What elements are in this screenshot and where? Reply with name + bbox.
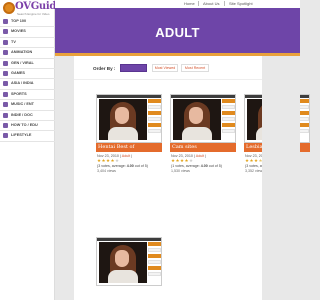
- nav-link-site-spotlight[interactable]: Site Spotlight: [229, 1, 253, 6]
- thumbnail-photo: [99, 99, 147, 140]
- video-thumbnail[interactable]: [96, 94, 162, 143]
- thumbnail-sidebar: [148, 242, 161, 283]
- sidebar-item-games[interactable]: GAMES: [0, 69, 55, 80]
- sidebar: OVGuide Search Engine for Video TOP 100 …: [0, 0, 62, 300]
- sidebar-item-label: MUSIC / ENT: [11, 102, 34, 107]
- card-category-link[interactable]: Adult: [122, 154, 130, 158]
- nav-divider: [224, 1, 225, 6]
- sort-most-recent-button[interactable]: Most Recent: [181, 64, 209, 72]
- video-thumbnail[interactable]: [170, 94, 236, 143]
- card-title[interactable]: Cam sites: [172, 144, 197, 150]
- star-icon[interactable]: ★: [171, 158, 175, 163]
- sidebar-item-how-to-edu[interactable]: HOW TO / EDU: [0, 121, 55, 132]
- star-icon[interactable]: ★: [106, 158, 110, 163]
- trophy-icon: [3, 19, 8, 24]
- ball-icon: [3, 91, 8, 97]
- nav-link-about-us[interactable]: About Us: [203, 1, 219, 6]
- star-icon[interactable]: ★: [189, 158, 193, 163]
- logo[interactable]: OVGuide Search Engine for Video: [2, 1, 62, 17]
- sidebar-item-top100[interactable]: TOP 100: [0, 17, 55, 28]
- sidebar-item-tv[interactable]: TV: [0, 38, 55, 49]
- card-title-bar[interactable]: Cam sites: [170, 143, 236, 152]
- sidebar-item-label: TOP 100: [11, 19, 27, 23]
- logo-icon: [3, 2, 15, 14]
- rating-summary: (3 votes, average: 4.00 out of 5): [97, 164, 148, 168]
- rating-value: 4.00: [200, 164, 208, 168]
- globe-icon: [3, 81, 8, 87]
- sidebar-item-label: ANIMATION: [11, 50, 33, 55]
- view-count: 3,404 views: [97, 169, 116, 173]
- sidebar-item-asia-india[interactable]: ASIA / INDIA: [0, 79, 55, 90]
- star-icon[interactable]: ★: [180, 158, 184, 163]
- sort-label: Order By :: [93, 66, 116, 71]
- top-bar: Home About Us Site Spotlight: [55, 0, 300, 8]
- page-gutter: [262, 56, 300, 300]
- divider: [74, 79, 262, 80]
- star-icon[interactable]: ★: [97, 158, 101, 163]
- heart-icon: [3, 133, 8, 139]
- sidebar-item-label: HOW TO / EDU: [11, 122, 38, 127]
- star-icon[interactable]: ★: [250, 158, 254, 163]
- star-icon[interactable]: ★: [115, 158, 119, 163]
- nav-divider: [198, 1, 199, 6]
- star-icon[interactable]: ★: [254, 158, 258, 163]
- sort-option-selected[interactable]: [120, 64, 147, 72]
- sort-most-viewed-button[interactable]: Most Viewed: [152, 64, 178, 72]
- card-title-bar[interactable]: Hentai Best of: [96, 143, 162, 152]
- music-icon: [3, 102, 8, 108]
- star-icon[interactable]: ★: [102, 158, 106, 163]
- sidebar-item-sports[interactable]: SPORTS: [0, 90, 55, 101]
- sidebar-item-label: GAMES: [11, 70, 25, 75]
- star-icon[interactable]: ★: [176, 158, 180, 163]
- view-count: 1,530 views: [171, 169, 190, 173]
- card-title[interactable]: Hentai Best of: [98, 144, 134, 150]
- logo-tagline: Search Engine for Video: [17, 12, 50, 16]
- sidebar-item-label: TV: [11, 39, 16, 44]
- thumbnail-photo: [99, 242, 147, 283]
- sidebar-item-label: MOVIES: [11, 29, 26, 34]
- video-thumbnail[interactable]: [96, 237, 162, 286]
- sidebar-item-gen-viral[interactable]: GEN / VIRAL: [0, 59, 55, 69]
- sidebar-item-lifestyle[interactable]: LIFESTYLE: [0, 131, 55, 142]
- nav-link-home[interactable]: Home: [184, 1, 195, 6]
- sidebar-item-label: GEN / VIRAL: [11, 60, 34, 65]
- star-icon[interactable]: ★: [185, 158, 189, 163]
- sidebar-item-label: INDIE / DOC: [11, 112, 33, 117]
- card-category-link[interactable]: Adult: [196, 154, 204, 158]
- thumbnail-header-bar: [97, 238, 161, 241]
- book-icon: [3, 122, 8, 128]
- tv-icon: [3, 39, 8, 45]
- thumbnail-header-bar: [97, 95, 161, 98]
- sidebar-item-animation[interactable]: ANIMATION: [0, 48, 55, 59]
- category-nav: TOP 100 MOVIES TV ANIMATION GEN / VIRAL …: [0, 17, 55, 142]
- film-icon: [3, 29, 8, 35]
- sidebar-item-music-ent[interactable]: MUSIC / ENT: [0, 100, 55, 111]
- star-icon[interactable]: ★: [111, 158, 115, 163]
- animation-icon: [3, 50, 8, 56]
- viral-icon: [3, 60, 8, 66]
- sidebar-item-label: LIFESTYLE: [11, 133, 32, 138]
- thumbnail-sidebar: [148, 99, 161, 140]
- thumbnail-photo: [173, 99, 221, 140]
- sidebar-item-label: SPORTS: [11, 91, 27, 96]
- gamepad-icon: [3, 70, 8, 76]
- rating-summary: (1 votes, average: 4.00 out of 5): [171, 164, 222, 168]
- sidebar-item-indie-doc[interactable]: INDIE / DOC: [0, 111, 55, 121]
- thumbnail-header-bar: [171, 95, 235, 98]
- thumbnail-sidebar: [222, 99, 235, 140]
- star-icon[interactable]: ★: [245, 158, 249, 163]
- sidebar-item-label: ASIA / INDIA: [11, 81, 34, 86]
- sidebar-item-movies[interactable]: MOVIES: [0, 27, 55, 38]
- rating-value: 4.00: [126, 164, 134, 168]
- page-title: ADULT: [155, 25, 200, 40]
- camera-icon: [3, 112, 8, 118]
